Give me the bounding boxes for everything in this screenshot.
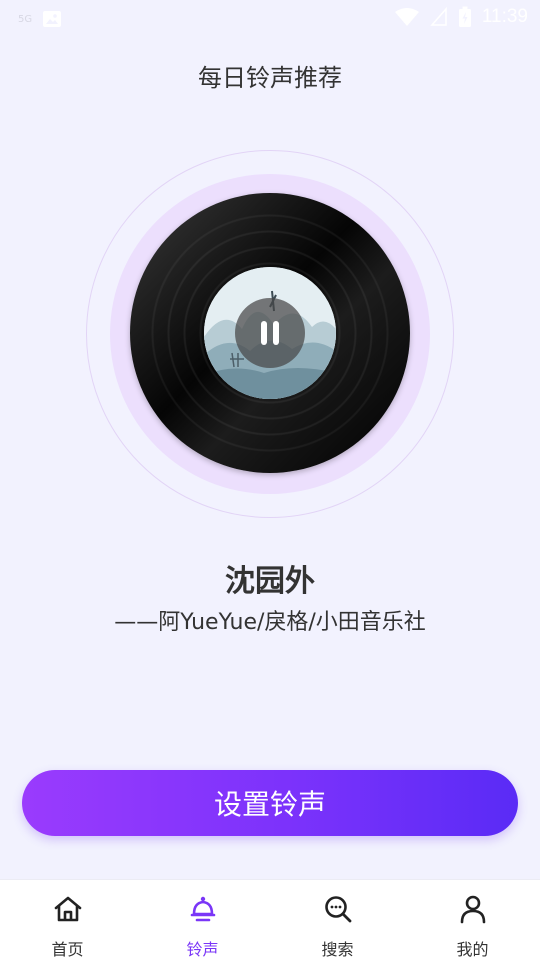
nav-item-home[interactable]: 首页 [0, 880, 135, 961]
nav-item-profile[interactable]: 我的 [405, 880, 540, 961]
status-bar-left: 5G [18, 10, 62, 28]
battery-charging-icon [458, 6, 471, 27]
mobile-signal-icon [430, 7, 447, 26]
bell-icon [190, 896, 216, 922]
profile-icon [460, 895, 486, 924]
vinyl-record [130, 193, 410, 473]
set-ringtone-button[interactable]: 设置铃声 [22, 770, 518, 836]
page-title: 每日铃声推荐 [198, 64, 342, 92]
song-artist: ——阿YueYue/戾格/小田音乐社 [114, 610, 426, 635]
nav-label-profile: 我的 [456, 940, 489, 959]
bottom-navigation: 首页 铃声 搜索 我的 [0, 879, 540, 961]
network-signal-text: 5G [18, 13, 33, 25]
pause-icon [261, 321, 279, 345]
song-title: 沈园外 [225, 564, 315, 599]
search-icon [325, 896, 352, 923]
pause-button[interactable] [235, 298, 305, 368]
nav-label-search: 搜索 [321, 940, 354, 959]
wifi-icon [394, 8, 419, 26]
status-time: 11:39 [481, 6, 528, 27]
record-player [86, 150, 454, 518]
nav-item-search[interactable]: 搜索 [270, 880, 405, 961]
home-icon [54, 896, 82, 922]
image-notification-icon [43, 11, 62, 27]
status-bar: 5G 11:39 [0, 0, 540, 36]
nav-item-ringtone[interactable]: 铃声 [135, 880, 270, 961]
nav-label-home: 首页 [51, 940, 84, 959]
nav-label-ringtone: 铃声 [186, 940, 219, 959]
status-bar-right: 11:39 [394, 6, 528, 28]
